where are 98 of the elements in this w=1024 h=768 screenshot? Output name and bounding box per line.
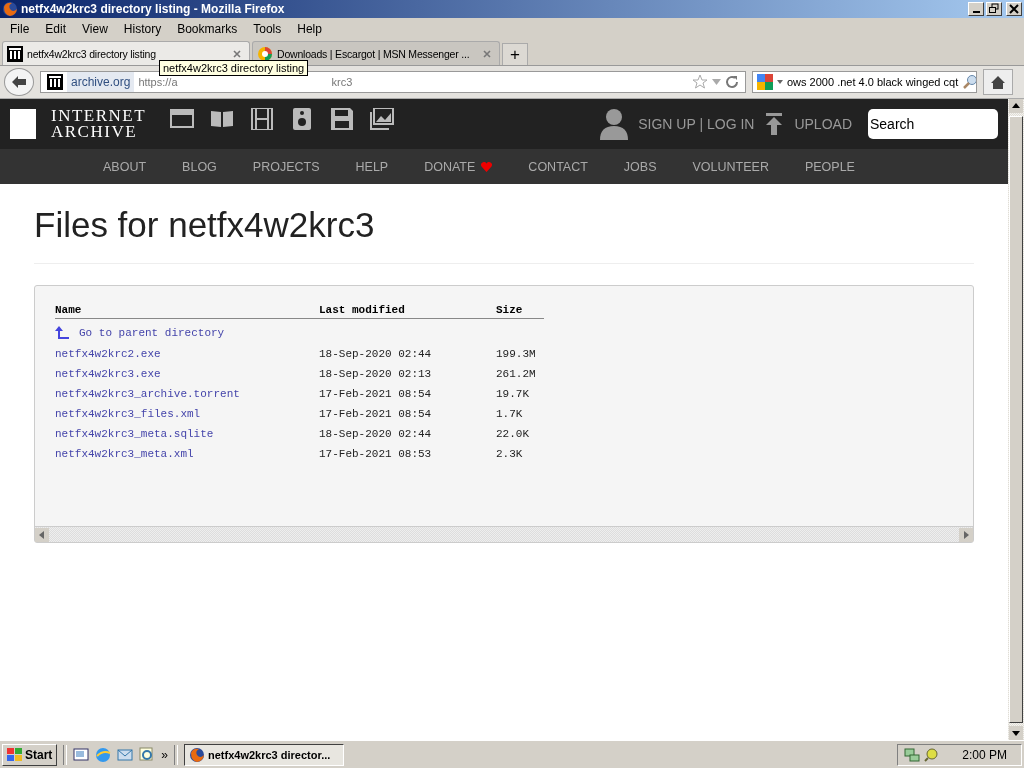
search-field[interactable]: Search: [868, 109, 998, 139]
close-icon: [233, 49, 241, 58]
logo-text[interactable]: INTERNET: [51, 108, 147, 124]
search-field[interactable]: ows 2000 .net 4.0 black winged cqt: [752, 71, 977, 93]
scroll-up-icon: [1009, 99, 1023, 113]
close-button[interactable]: [1006, 2, 1022, 16]
archive-icon: [7, 45, 23, 62]
upload-icon: [764, 113, 785, 135]
table-cell: 17-Feb-2021 08:54: [319, 388, 432, 400]
dropdown-icon: [712, 79, 721, 85]
file-link[interactable]: netfx4w2krc3_archive.torrent: [55, 388, 240, 400]
home-button[interactable]: [983, 69, 1013, 95]
person-icon: [600, 108, 629, 140]
desktop-icon[interactable]: [73, 746, 90, 763]
table-cell: 18-Sep-2020 02:44: [319, 428, 432, 440]
close-icon: [483, 49, 491, 58]
windows-logo-icon: [7, 747, 23, 762]
logo-icon: [10, 109, 36, 139]
table-cell: 2.3K: [496, 448, 523, 460]
column-header: Size: [496, 304, 544, 319]
restore-button[interactable]: [986, 2, 1002, 16]
url-text: krc3: [331, 76, 353, 88]
reload-icon: [725, 75, 739, 89]
table-cell: 22.0K: [496, 428, 529, 440]
file-link[interactable]: netfx4w2krc3_files.xml: [55, 408, 201, 420]
nav-link[interactable]: BLOG: [182, 159, 217, 174]
column-header: Last modified: [319, 304, 496, 319]
menu-item[interactable]: View: [74, 21, 116, 36]
star-icon: [692, 74, 708, 90]
archive-icon: [47, 74, 63, 90]
account-link[interactable]: SIGN UP | LOG IN: [638, 116, 755, 132]
book-icon[interactable]: [210, 108, 235, 130]
table-cell: 19.7K: [496, 388, 529, 400]
browser-tab[interactable]: Downloads | Escargot | MSN Messenger ...: [252, 41, 500, 65]
envelope-icon[interactable]: [117, 746, 134, 763]
search-engine-icon: [757, 74, 773, 90]
browser-icon: [189, 746, 206, 763]
nav-link[interactable]: ABOUT: [103, 159, 147, 174]
file-link[interactable]: netfx4w2krc3.exe: [55, 368, 161, 380]
file-link[interactable]: netfx4w2krc2.exe: [55, 348, 161, 360]
window-title: netfx4w2krc3 directory listing - Mozilla Firefox: [21, 2, 286, 16]
menu-item[interactable]: Edit: [37, 21, 75, 36]
globe-icon: [257, 45, 273, 62]
web-icon[interactable]: [170, 108, 195, 130]
table-cell: 199.3M: [496, 348, 536, 360]
table-cell: 1.7K: [496, 408, 523, 420]
minimize-button[interactable]: [968, 2, 984, 16]
home-icon: [991, 75, 1005, 89]
horizontal-scrollbar[interactable]: [35, 526, 973, 542]
nav-link[interactable]: JOBS: [623, 159, 657, 174]
start-button[interactable]: Start: [2, 743, 58, 766]
restore-icon: [988, 3, 1000, 15]
back-arrow-icon: [11, 75, 27, 89]
table-cell: 17-Feb-2021 08:54: [319, 408, 432, 420]
file-link[interactable]: netfx4w2krc3_meta.xml: [55, 448, 194, 460]
clock: 2:00 PM: [962, 747, 1007, 762]
nav-link[interactable]: VOLUNTEER: [692, 159, 769, 174]
search-icon: [962, 74, 976, 90]
menu-item[interactable]: Help: [289, 21, 330, 36]
table-cell: 18-Sep-2020 02:13: [319, 368, 432, 380]
menu-item[interactable]: History: [115, 21, 170, 36]
more-button[interactable]: »: [161, 747, 169, 762]
site-identity: archive.org: [67, 72, 135, 92]
menu-item[interactable]: File: [2, 21, 38, 36]
minimize-icon: [972, 11, 980, 13]
table-cell: 261.2M: [496, 368, 536, 380]
nav-link[interactable]: PROJECTS: [252, 159, 320, 174]
nav-link[interactable]: HELP: [355, 159, 389, 174]
url-text: https://a: [138, 76, 178, 88]
close-icon: [1008, 3, 1020, 15]
upload-link[interactable]: UPLOAD: [794, 116, 852, 132]
browser-tab[interactable]: netfx4w2krc3 directory listing: [2, 41, 250, 65]
parent-directory-link[interactable]: Go to parent directory: [55, 325, 225, 340]
column-header: Name: [55, 304, 319, 319]
up-arrow-icon: [55, 325, 69, 340]
new-tab-button[interactable]: +: [502, 43, 528, 65]
dropdown-icon: [777, 80, 783, 84]
menu-item[interactable]: Bookmarks: [169, 21, 246, 36]
image-icon[interactable]: [370, 108, 395, 130]
nav-link[interactable]: CONTACT: [528, 159, 588, 174]
search-text: ows 2000 .net 4.0 black winged cqt: [787, 76, 959, 88]
file-link[interactable]: netfx4w2krc3_meta.sqlite: [55, 428, 214, 440]
menu-item[interactable]: Tools: [245, 21, 290, 36]
nav-link[interactable]: PEOPLE: [804, 159, 855, 174]
logo-text[interactable]: ARCHIVE: [51, 124, 147, 140]
network-icon: [904, 746, 921, 763]
tab-title: Downloads | Escargot | MSN Messenger ...: [277, 47, 471, 60]
tooltip: netfx4w2krc3 directory listing: [159, 60, 309, 76]
tab-title: netfx4w2krc3 directory listing: [27, 47, 157, 60]
back-button[interactable]: [4, 68, 34, 96]
vertical-scrollbar[interactable]: [1008, 99, 1024, 740]
table-cell: 17-Feb-2021 08:53: [319, 448, 432, 460]
taskbar-button[interactable]: netfx4w2krc3 director...: [184, 743, 345, 766]
page-heading: Files for netfx4w2krc3: [34, 205, 376, 245]
browser-icon: [2, 1, 18, 17]
nav-link[interactable]: DONATE: [424, 159, 493, 174]
film-icon[interactable]: [250, 108, 275, 130]
table-cell: 18-Sep-2020 02:44: [319, 348, 432, 360]
